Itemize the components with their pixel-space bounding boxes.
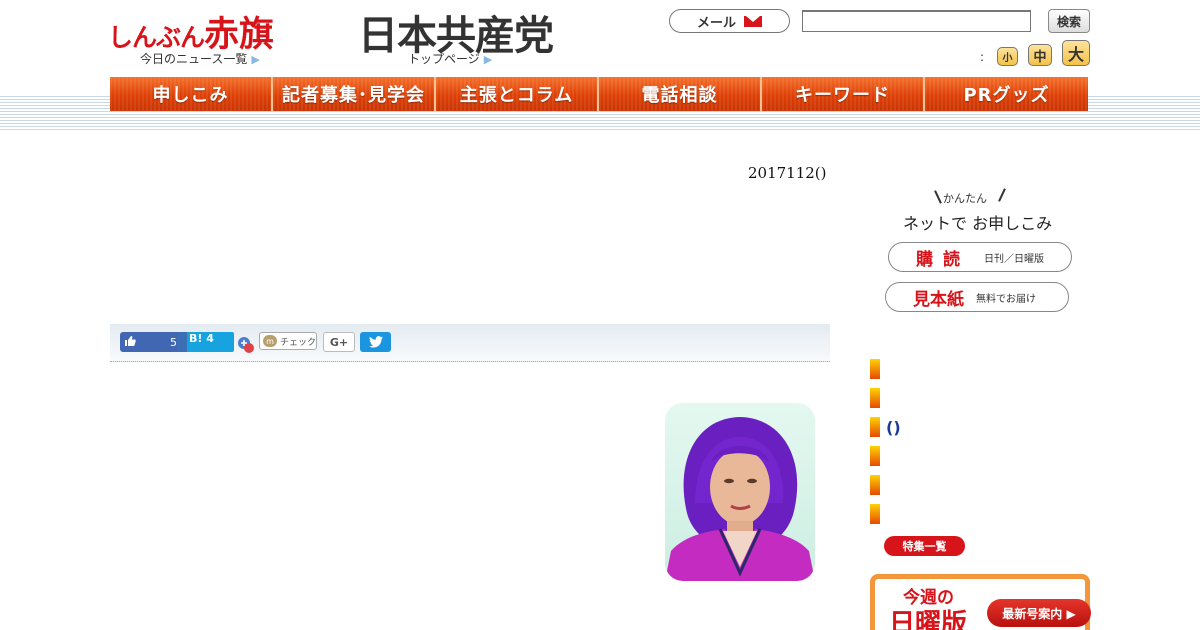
nav-item-phone-consult[interactable]: 電話相談 [599, 77, 762, 111]
newest-issue-button[interactable]: 最新号案内 ▶ [987, 599, 1091, 627]
list-bullet-icon [870, 446, 880, 466]
nav-item-apply[interactable]: 申しこみ [110, 77, 273, 111]
google-plus-button[interactable]: G+ [323, 332, 355, 352]
mixi-check-button[interactable]: m チェック [259, 332, 317, 350]
akahata-logo-big: 赤旗 [204, 15, 275, 55]
sample-paper-button[interactable]: 見本紙 無料でお届け [885, 282, 1069, 312]
twitter-button[interactable] [360, 332, 391, 352]
hatena-count: 4 [206, 332, 214, 345]
kantan-label: かんたん [943, 192, 987, 205]
news-list-link[interactable]: 今日のニュース一覧 ▶ [140, 50, 260, 67]
facebook-like-count: 5 [170, 335, 177, 349]
sidebar-link[interactable]: () [886, 418, 901, 437]
sunday-edition-label: 日曜版 [889, 609, 968, 630]
list-bullet-icon [870, 504, 880, 524]
sunday-edition-banner[interactable]: 今週の 日曜版 最新号案内 ▶ [870, 574, 1091, 630]
subscribe-sub-label: 日刊／日曜版 [984, 253, 1044, 265]
triangle-right-icon: ▶ [251, 53, 260, 66]
net-apply-label: ネットで お申しこみ [903, 214, 1053, 233]
nav-item-editorial-column[interactable]: 主張とコラム [436, 77, 599, 111]
net-apply-heading: かんたん ネットで お申しこみ [903, 188, 1063, 233]
mail-button[interactable]: メール [669, 9, 790, 33]
twitter-bird-icon [368, 336, 383, 348]
facebook-like-button[interactable]: 5 [120, 332, 183, 352]
news-list-label: 今日のニュース一覧 [140, 52, 248, 66]
nav-item-pr-goods[interactable]: PRグッズ [925, 77, 1088, 111]
hatena-label: B! [189, 332, 203, 345]
article-date: 2017112() [748, 164, 827, 182]
social-share-bar: 5 B! 4 m チェック G+ [110, 324, 830, 362]
hatena-add-icon[interactable] [237, 336, 255, 354]
list-bullet-icon [870, 388, 880, 408]
search-button[interactable]: 検索 [1048, 9, 1090, 33]
list-bullet-icon [870, 475, 880, 495]
envelope-icon [744, 15, 762, 27]
subscribe-button[interactable]: 購読 日刊／日曜版 [888, 242, 1072, 272]
font-size-medium-button[interactable]: 中 [1028, 44, 1052, 66]
thumbs-up-icon [120, 335, 140, 350]
main-nav: 申しこみ 記者募集･見学会 主張とコラム 電話相談 キーワード PRグッズ [110, 77, 1088, 111]
top-page-link[interactable]: トップページ ▶ [408, 50, 492, 67]
hatena-bookmark-button[interactable]: B! 4 [177, 332, 234, 352]
triangle-right-icon: ▶ [483, 53, 493, 66]
list-bullet-icon [870, 359, 880, 379]
akahata-logo-small: しんぶん [108, 23, 205, 52]
font-size-large-button[interactable]: 大 [1062, 40, 1090, 66]
list-bullet-icon [870, 417, 880, 437]
nav-item-keyword[interactable]: キーワード [762, 77, 925, 111]
decorative-slash [998, 188, 1006, 202]
mail-label: メール [696, 15, 736, 31]
decorative-slash [934, 190, 942, 204]
font-size-small-button[interactable]: 小 [997, 47, 1018, 66]
subscribe-label: 購読 [916, 249, 970, 270]
search-input[interactable] [802, 10, 1031, 32]
top-page-label: トップページ [408, 52, 480, 66]
sample-paper-label: 見本紙 [913, 289, 964, 310]
sample-paper-sub-label: 無料でお届け [976, 293, 1036, 305]
mixi-check-label: チェック [280, 337, 317, 348]
article-photo [665, 403, 815, 581]
font-size-colon: : [980, 50, 985, 64]
nav-item-reporter-recruit[interactable]: 記者募集･見学会 [273, 77, 436, 111]
feature-list-button[interactable]: 特集一覧 [884, 536, 965, 556]
mixi-icon: m [263, 335, 277, 347]
